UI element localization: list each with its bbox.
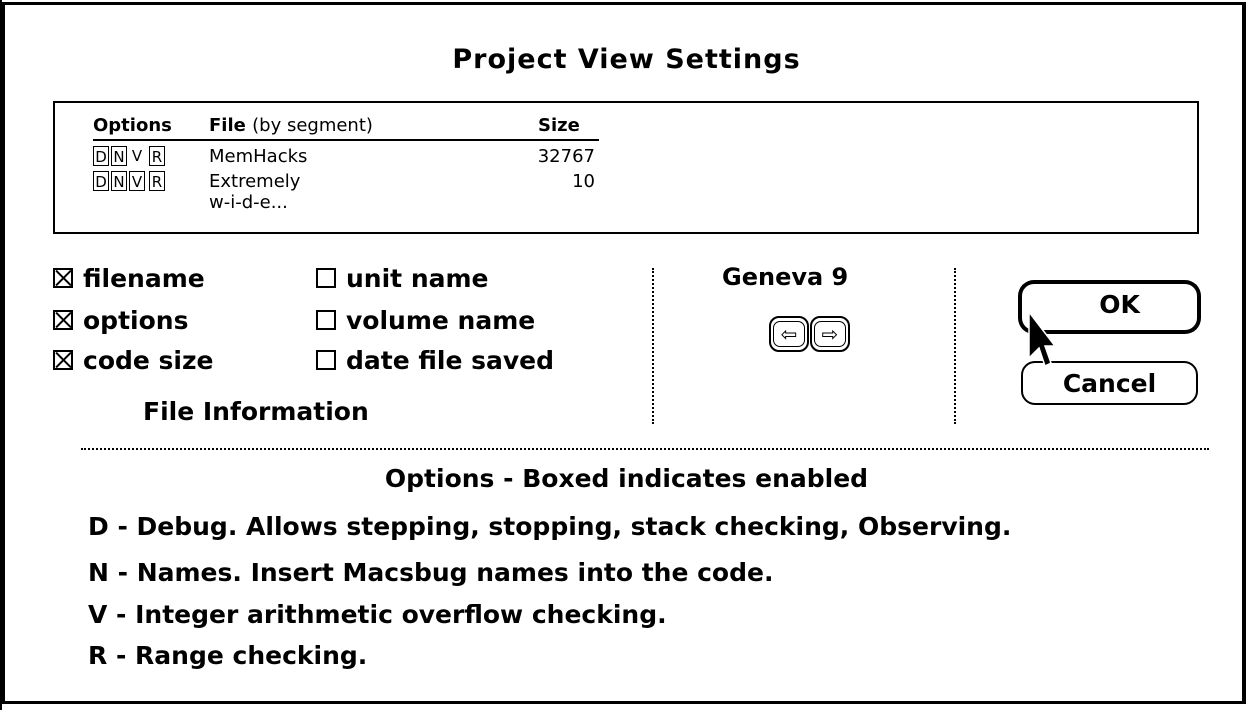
ok-button-label: OK [1099, 289, 1140, 319]
checkbox-box[interactable] [316, 268, 336, 288]
file-size: 10 [572, 171, 595, 192]
column-header-file: File (by segment) [209, 115, 373, 136]
legend-item: N - Names. Insert Macsbug names into the… [88, 558, 774, 587]
checkbox-label: filename [83, 264, 205, 293]
legend-item: D - Debug. Allows stepping, stopping, st… [88, 512, 1012, 541]
font-prev-button[interactable]: ⇦ [769, 316, 809, 352]
option-flag-v: V [131, 147, 143, 165]
checkbox-label: code size [83, 346, 214, 375]
column-header-options: Options [93, 115, 172, 136]
header-underline [93, 139, 599, 141]
legend-item: V - Integer arithmetic overflow checking… [88, 600, 667, 629]
option-flag-d: D [93, 171, 109, 191]
checkbox-box[interactable] [53, 310, 73, 330]
left-arrow-icon: ⇦ [773, 321, 805, 347]
file-list[interactable]: Options File (by segment) Size D N V R M… [53, 101, 1199, 234]
checkbox-box[interactable] [53, 268, 73, 288]
checkbox-box[interactable] [316, 350, 336, 370]
option-flag-d: D [93, 146, 109, 166]
checkbox-label: volume name [346, 306, 536, 335]
divider [954, 268, 956, 424]
checkbox-label: unit name [346, 264, 489, 293]
column-header-file-note: (by segment) [252, 115, 373, 136]
checkbox-box[interactable] [316, 310, 336, 330]
checkbox-label: options [83, 306, 189, 335]
right-arrow-icon: ⇨ [814, 321, 846, 347]
divider [81, 448, 1209, 450]
font-size-label: Geneva 9 [722, 263, 849, 291]
checkbox-box[interactable] [53, 350, 73, 370]
option-flag-r: R [149, 146, 165, 166]
file-name: MemHacks [209, 146, 308, 167]
mouse-pointer-icon [1028, 310, 1055, 368]
option-flag-v: V [129, 171, 145, 191]
option-flag-n: N [111, 146, 127, 166]
divider [652, 268, 654, 424]
column-header-file-label: File [209, 115, 246, 136]
options-legend-title: Options - Boxed indicates enabled [384, 464, 869, 493]
option-flag-n: N [111, 171, 127, 191]
font-next-button[interactable]: ⇨ [810, 316, 850, 352]
dialog-title: Project View Settings [452, 44, 801, 75]
file-size: 32767 [537, 146, 595, 167]
file-name: Extremely w-i-d-e... [209, 171, 301, 213]
file-information-label: File Information [143, 397, 369, 426]
checkbox-label: date file saved [346, 346, 555, 375]
legend-item: R - Range checking. [88, 641, 368, 670]
option-flag-r: R [149, 171, 165, 191]
column-header-size: Size [538, 115, 580, 136]
cancel-button-label: Cancel [1062, 368, 1157, 398]
